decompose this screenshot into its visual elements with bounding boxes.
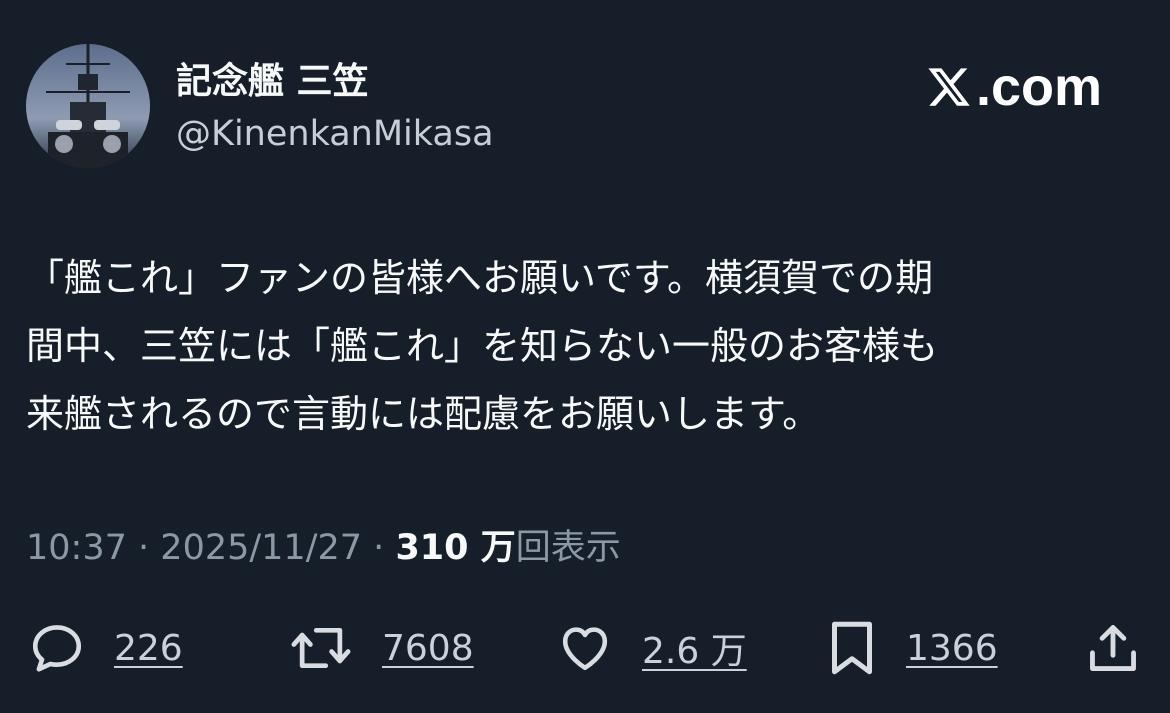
tweet-card: 記念艦 三笠 @KinenkanMikasa .com 「艦これ」ファンの皆様へ… <box>0 0 1170 713</box>
x-logo-icon <box>928 68 970 106</box>
tweet-meta: 10:37 · 2025/11/27 · 310 万回表示 <box>26 522 621 574</box>
retweet-count[interactable]: 7608 <box>382 628 474 669</box>
share-button[interactable] <box>1084 612 1142 684</box>
tweet-text-line: 来艦されるので言動には配慮をお願いします。 <box>26 392 821 436</box>
tweet-text: 「艦これ」ファンの皆様へお願いです。横須賀での期 間中、三笠には「艦これ」を知ら… <box>26 244 1126 448</box>
views-label: 回表示 <box>515 528 621 568</box>
reply-button[interactable]: 226 <box>28 612 183 684</box>
share-icon <box>1090 625 1136 671</box>
tweet-date[interactable]: 2025/11/27 <box>160 528 362 568</box>
bookmark-icon <box>832 621 872 675</box>
like-count[interactable]: 2.6 万 <box>642 622 747 674</box>
bookmark-button[interactable]: 1366 <box>826 612 998 684</box>
tweet-time[interactable]: 10:37 <box>26 528 127 568</box>
meta-separator: · <box>138 528 150 568</box>
retweet-button[interactable]: 7608 <box>288 612 474 684</box>
x-brand: .com <box>926 56 1102 118</box>
bookmark-count[interactable]: 1366 <box>906 628 998 669</box>
reply-count[interactable]: 226 <box>114 628 183 669</box>
tweet-text-line: 「艦これ」ファンの皆様へお願いです。横須賀での期 <box>26 256 934 300</box>
author-display-name[interactable]: 記念艦 三笠 <box>176 56 369 108</box>
reply-bubble-icon <box>32 625 82 672</box>
meta-separator: · <box>373 528 385 568</box>
brand-domain-text: .com <box>975 57 1102 117</box>
tweet-text-line: 間中、三笠には「艦これ」を知らない一般のお客様も <box>26 324 939 368</box>
retweet-icon <box>291 627 351 669</box>
action-bar: 226 7608 2.6 万 1366 <box>0 612 1170 684</box>
avatar[interactable] <box>26 44 150 168</box>
battleship-avatar-icon <box>26 44 150 168</box>
views-count: 310 万 <box>395 528 516 568</box>
heart-icon <box>562 627 608 671</box>
author-handle[interactable]: @KinenkanMikasa <box>176 110 494 158</box>
like-button[interactable]: 2.6 万 <box>556 612 747 684</box>
